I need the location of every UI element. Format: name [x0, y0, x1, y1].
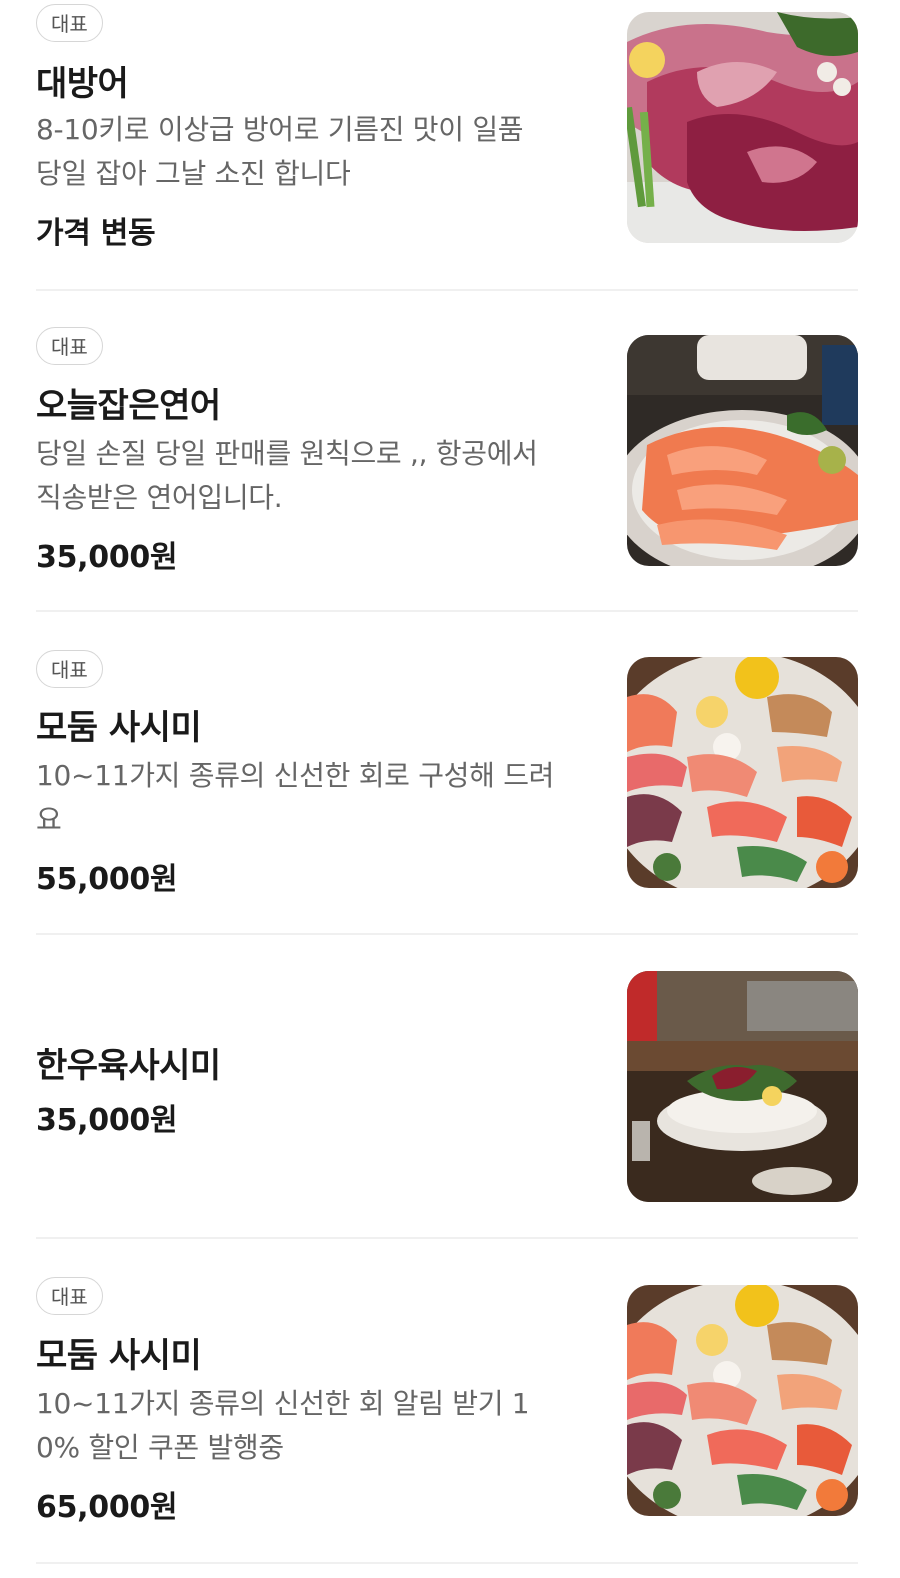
assorted-sashimi-photo[interactable] [627, 657, 858, 888]
menu-item-name: 모둠 사시미 [36, 708, 202, 748]
menu-item-price: 35,000원 [36, 540, 178, 575]
signature-badge: 대표 [36, 4, 103, 42]
menu-item-price: 65,000원 [36, 1490, 178, 1525]
divider [36, 1562, 858, 1564]
divider [36, 1237, 858, 1239]
divider [36, 933, 858, 935]
menu-item[interactable]: 대표 모둠 사시미 10~11가지 종류의 신선한 회로 구성해 드려 요 55… [0, 622, 900, 932]
signature-badge: 대표 [36, 327, 103, 365]
signature-badge: 대표 [36, 650, 103, 688]
menu-item-name: 모둠 사시미 [36, 1336, 202, 1376]
menu-item-name: 오늘잡은연어 [36, 386, 221, 426]
menu-item-price: 가격 변동 [36, 216, 156, 251]
menu-item-price: 35,000원 [36, 1103, 178, 1138]
menu-item-price: 55,000원 [36, 862, 178, 897]
menu-item-description: 8-10키로 이상급 방어로 기름진 맛이 일품 당일 잡아 그날 소진 합니다 [36, 113, 524, 190]
menu-item[interactable]: 대표 모둠 사시미 10~11가지 종류의 신선한 회 알림 받기 1 0% 할… [0, 1250, 900, 1578]
menu-item[interactable]: 한우육사시미 35,000원 [0, 945, 900, 1235]
menu-item-description: 10~11가지 종류의 신선한 회 알림 받기 1 0% 할인 쿠폰 발행중 [36, 1387, 530, 1464]
menu-item-description: 당일 손질 당일 판매를 원칙으로 ,, 항공에서 직송받은 연어입니다. [36, 437, 538, 514]
menu-item-name: 대방어 [36, 64, 129, 104]
divider [36, 289, 858, 291]
beef-sashimi-photo[interactable] [627, 971, 858, 1202]
assorted-sashimi-photo[interactable] [627, 1285, 858, 1516]
menu-item[interactable]: 대표 오늘잡은연어 당일 손질 당일 판매를 원칙으로 ,, 항공에서 직송받은… [0, 300, 900, 610]
signature-badge: 대표 [36, 1277, 103, 1315]
salmon-sashimi-photo[interactable] [627, 335, 858, 566]
menu-item-description: 10~11가지 종류의 신선한 회로 구성해 드려 요 [36, 759, 555, 836]
yellowtail-sashimi-photo[interactable] [627, 12, 858, 243]
divider [36, 610, 858, 612]
menu-item[interactable]: 대표 대방어 8-10키로 이상급 방어로 기름진 맛이 일품 당일 잡아 그날… [0, 0, 900, 290]
menu-item-name: 한우육사시미 [36, 1046, 221, 1086]
